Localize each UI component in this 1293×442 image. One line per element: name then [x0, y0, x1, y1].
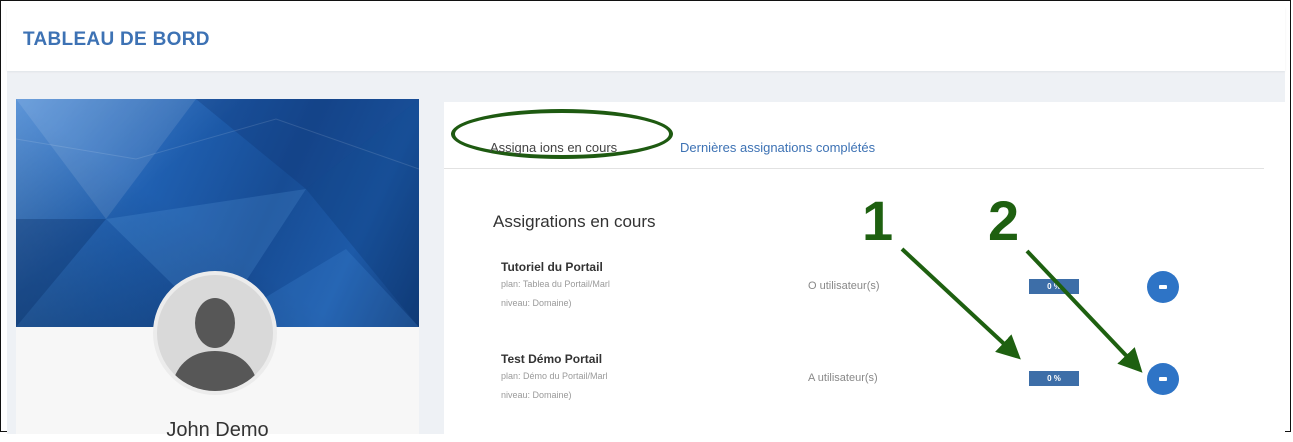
assignment-title[interactable]: Tutoriel du Portail — [501, 260, 603, 274]
row-action-button[interactable] — [1147, 271, 1179, 303]
assignment-row: Test Démo Portail plan: Démo du Portail/… — [444, 352, 1285, 422]
assignment-title[interactable]: Test Démo Portail — [501, 352, 602, 366]
progress-badge: 0 % — [1029, 371, 1079, 386]
dashboard-page: TABLEAU DE BORD John Demo Assigna ions e… — [7, 7, 1285, 441]
avatar[interactable] — [153, 271, 277, 395]
row-action-button[interactable] — [1147, 363, 1179, 395]
assignment-users: A utilisateur(s) — [808, 372, 878, 384]
annotation-number-1: 1 — [862, 189, 894, 252]
assignment-row: Tutoriel du Portail plan: Tablea du Port… — [444, 260, 1285, 330]
assignment-plan: plan: Démo du Portail/Marl — [501, 371, 608, 381]
tab-bar: Assigna ions en cours Dernières assignat… — [444, 102, 1264, 169]
tab-completed-assignments[interactable]: Dernières assignations complétés — [680, 140, 875, 155]
assignment-users: O utilisateur(s) — [808, 280, 880, 292]
tab-current-assignments[interactable]: Assigna ions en cours — [490, 140, 617, 155]
assignments-panel: Assigna ions en cours Dernières assignat… — [444, 102, 1285, 434]
page-title: TABLEAU DE BORD — [23, 29, 210, 50]
profile-card: John Demo — [16, 99, 419, 441]
section-title: Assigrations en cours — [493, 212, 656, 231]
assignment-level: niveau: Domaine) — [501, 298, 572, 308]
user-name: John Demo — [166, 419, 269, 441]
annotation-number-2: 2 — [988, 189, 1020, 252]
person-silhouette-icon — [171, 298, 259, 391]
assignment-level: niveau: Domaine) — [501, 390, 572, 400]
page-header: TABLEAU DE BORD — [7, 7, 1285, 71]
progress-badge: 0 % — [1029, 279, 1079, 294]
assignment-plan: plan: Tablea du Portail/Marl — [501, 279, 610, 289]
